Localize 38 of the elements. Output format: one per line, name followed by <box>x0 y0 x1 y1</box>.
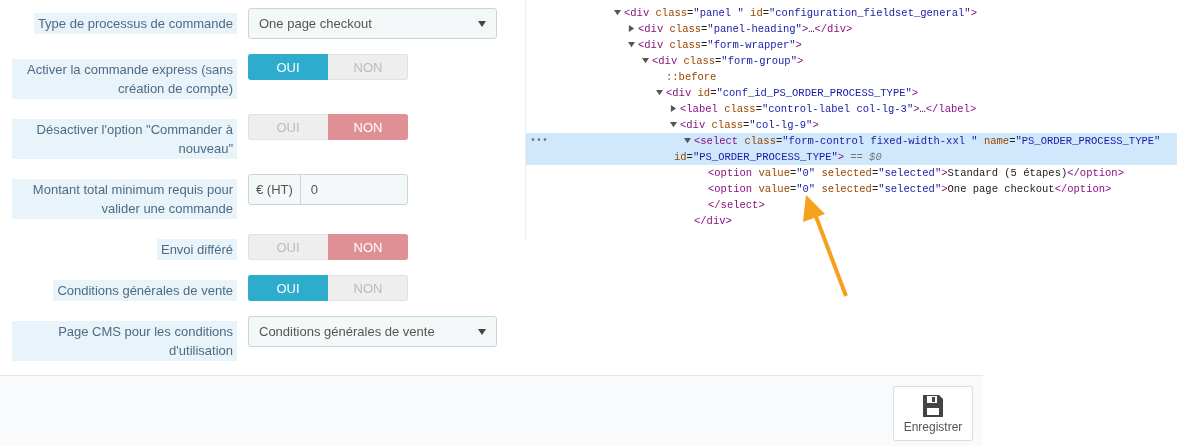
triangle-icon[interactable] <box>614 9 621 16</box>
triangle-icon[interactable] <box>684 137 691 144</box>
caret-icon <box>478 328 486 335</box>
element-markup[interactable]: <option value="0" selected="selected">One page checkout</option> <box>708 183 1112 195</box>
field-label: Page CMS pour les conditions d'utilisation <box>12 321 237 361</box>
element-markup[interactable]: <div class="panel-heading">…</div> <box>638 23 853 35</box>
triangle-icon[interactable] <box>670 105 677 112</box>
pseudo-element[interactable]: ::before <box>666 71 717 83</box>
element-markup[interactable]: <div class="form-wrapper"> <box>638 39 802 51</box>
element-markup[interactable]: id="PS_ORDER_PROCESS_TYPE"> <box>674 151 845 163</box>
save-button[interactable]: Enregistrer <box>893 386 973 441</box>
triangle-icon[interactable] <box>670 121 677 128</box>
element-markup[interactable]: <option value="0" selected="selected">Standard (5 étapes)</option> <box>708 167 1124 179</box>
element-markup[interactable]: <label class="control-label col-lg-3">…</label> <box>680 103 977 115</box>
save-icon <box>922 393 944 418</box>
input-field[interactable]: € (HT) 0 <box>248 174 408 205</box>
element-markup[interactable]: <div class="panel " id="configuration_fieldset_general"> <box>624 7 977 19</box>
console-reference: == $0 <box>850 151 882 163</box>
triangle-icon[interactable] <box>628 41 635 48</box>
element-markup[interactable]: </select> <box>708 199 765 211</box>
field-label: Envoi différé <box>156 239 237 260</box>
field-label: Conditions générales de vente <box>53 280 237 301</box>
caret-icon <box>478 20 486 27</box>
field-label: Type de processus de commande <box>33 13 237 34</box>
element-markup[interactable]: <select class="form-control fixed-width-xxl " name="PS_ORDER_PROCESS_TYPE" <box>694 135 1161 147</box>
field-label: Montant total minimum requis pour valider une commande <box>12 179 237 219</box>
triangle-icon[interactable] <box>642 57 649 64</box>
element-markup[interactable]: <div class="col-lg-9"> <box>680 119 819 131</box>
element-markup[interactable]: <div class="form-group"> <box>652 55 804 67</box>
dropdown[interactable]: One page checkout <box>248 8 497 39</box>
element-markup[interactable]: </div> <box>694 215 732 227</box>
more-button[interactable]: ••• <box>530 133 548 149</box>
field-label: Désactiver l'option "Commander à nouveau" <box>12 119 237 159</box>
element-markup[interactable]: <div id="conf_id_PS_ORDER_PROCESS_TYPE"> <box>666 87 919 99</box>
triangle-icon[interactable] <box>628 25 635 32</box>
dropdown[interactable]: Conditions générales de vente <box>248 316 497 347</box>
field-label: Activer la commande express (sans création de compte) <box>12 59 237 99</box>
triangle-icon[interactable] <box>656 89 663 96</box>
